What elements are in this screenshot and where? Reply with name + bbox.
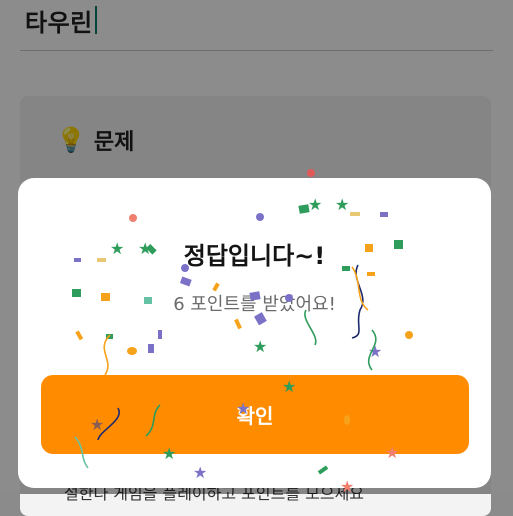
confirm-button[interactable]: 확인 — [41, 375, 469, 454]
modal-subtitle: 6 포인트를 받았어요! — [173, 294, 336, 315]
result-modal: 정답입니다~! 6 포인트를 받았어요! 확인 — [18, 178, 491, 488]
modal-title: 정답입니다~! — [183, 242, 326, 270]
